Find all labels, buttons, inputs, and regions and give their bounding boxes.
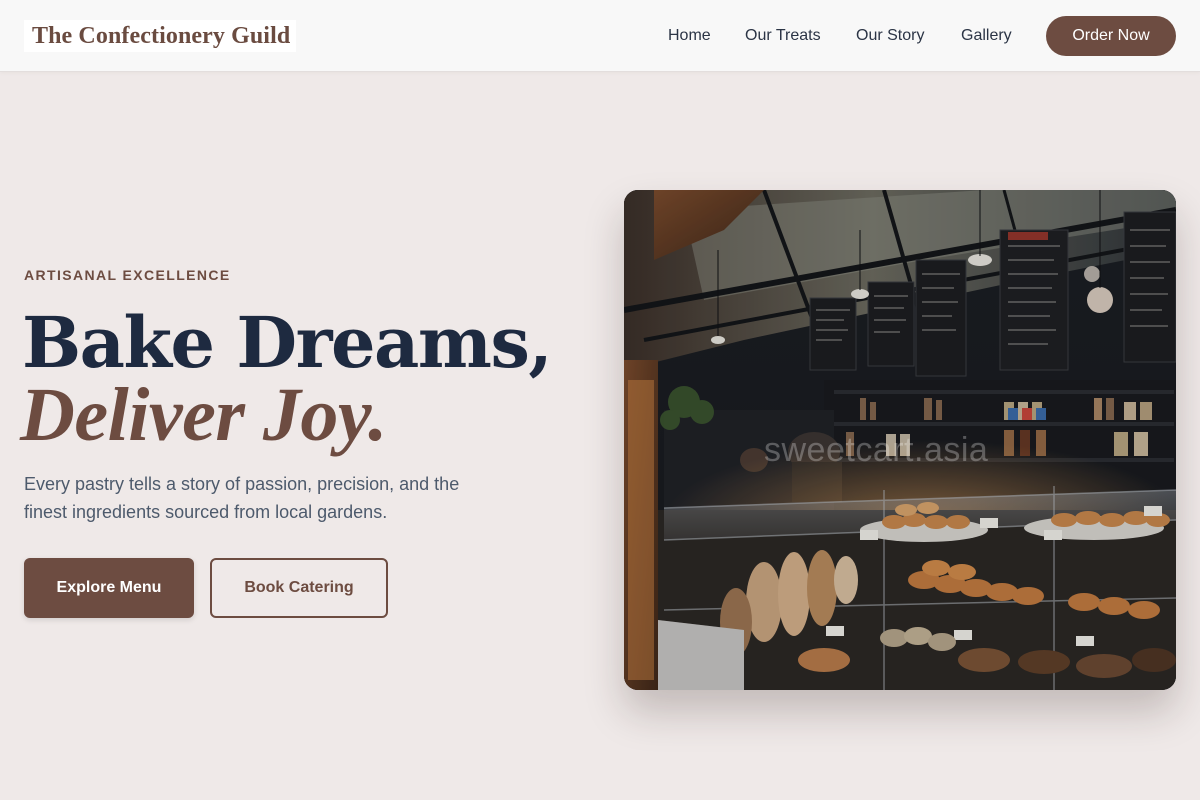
nav-home[interactable]: Home [668, 24, 711, 48]
hero-eyebrow: ARTISANAL EXCELLENCE [24, 267, 231, 283]
hero-description: Every pastry tells a story of passion, p… [24, 474, 460, 522]
nav-our-treats[interactable]: Our Treats [745, 24, 821, 48]
book-catering-button[interactable]: Book Catering [210, 558, 388, 618]
site-header: The Confectionery Guild Home Our Treats … [0, 0, 1200, 72]
image-watermark: sweetcart.asia [764, 431, 989, 469]
order-now-button[interactable]: Order Now [1046, 16, 1176, 56]
nav-our-story[interactable]: Our Story [856, 24, 924, 48]
nav-gallery[interactable]: Gallery [961, 24, 1012, 48]
hero-headline-line2: Deliver Joy. [20, 373, 387, 457]
brand-logo[interactable]: The Confectionery Guild [32, 20, 290, 52]
explore-menu-button[interactable]: Explore Menu [24, 558, 194, 618]
